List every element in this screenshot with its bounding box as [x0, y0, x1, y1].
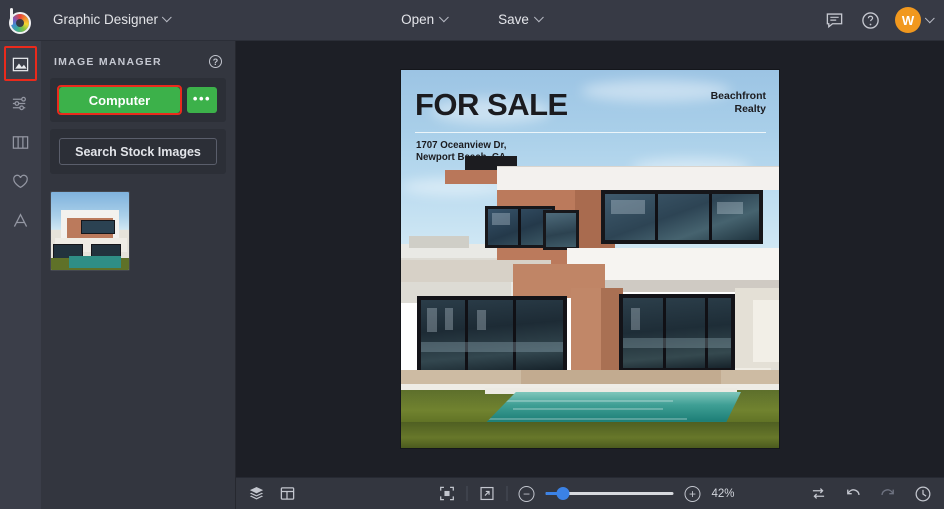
- panel-header: IMAGE MANAGER ?: [41, 41, 235, 78]
- chevron-down-icon: [924, 12, 935, 23]
- avatar: W: [895, 7, 921, 33]
- zoom-slider[interactable]: [545, 487, 674, 501]
- app-logo[interactable]: [0, 0, 41, 41]
- villa-photo: [401, 148, 779, 383]
- app-name-dropdown[interactable]: Graphic Designer: [43, 7, 181, 33]
- image-icon: [12, 57, 29, 71]
- sidebar-item-collage[interactable]: [6, 127, 36, 157]
- top-bar: Graphic Designer Open Save W: [0, 0, 944, 41]
- chevron-down-icon: [533, 12, 544, 23]
- slider-knob[interactable]: [556, 487, 570, 500]
- sliders-icon: [12, 96, 26, 110]
- panel-title: IMAGE MANAGER: [54, 55, 162, 68]
- pool-and-garden: [401, 370, 779, 448]
- history-clock-icon[interactable]: [914, 485, 932, 503]
- save-label: Save: [498, 12, 529, 27]
- befunky-logo-icon: [8, 8, 33, 34]
- top-right-actions: W: [823, 7, 935, 33]
- fit-to-screen-icon[interactable]: [439, 485, 456, 502]
- computer-label: Computer: [88, 92, 151, 108]
- bottom-toolbar: − + 42%: [236, 477, 944, 509]
- image-manager-panel: IMAGE MANAGER ? Computer ••• Search Stoc…: [41, 41, 236, 509]
- layout-template-icon[interactable]: [279, 485, 296, 502]
- zoom-controls: − + 42%: [439, 485, 742, 502]
- sidebar-item-favorites[interactable]: [6, 166, 36, 196]
- redo-arrow-icon[interactable]: [879, 485, 897, 503]
- for-sale-poster[interactable]: FOR SALE Beachfront Realty 1707 Oceanvie…: [401, 70, 779, 448]
- upload-section: Computer •••: [50, 78, 226, 122]
- zoom-out-button[interactable]: −: [518, 485, 535, 502]
- chevron-down-icon: [438, 12, 449, 23]
- villa-thumbnail[interactable]: [50, 191, 130, 271]
- poster-brand: Beachfront Realty: [711, 90, 766, 116]
- sidebar-item-edit[interactable]: [6, 88, 36, 118]
- chevron-down-icon: [161, 12, 172, 23]
- question-circle-icon[interactable]: [859, 9, 881, 31]
- bottom-right-tools: [810, 485, 932, 503]
- poster-artwork: FOR SALE Beachfront Realty 1707 Oceanvie…: [401, 70, 779, 448]
- sidebar-item-image-manager[interactable]: [6, 49, 36, 79]
- expand-arrow-icon[interactable]: [479, 485, 496, 502]
- canvas-workspace[interactable]: FOR SALE Beachfront Realty 1707 Oceanvie…: [236, 41, 944, 477]
- more-upload-options-button[interactable]: •••: [187, 87, 217, 113]
- swap-arrows-icon[interactable]: [810, 485, 827, 502]
- user-account-menu[interactable]: W: [895, 7, 935, 33]
- stock-search-section: Search Stock Images: [50, 129, 226, 174]
- save-menu-button[interactable]: Save: [487, 7, 554, 33]
- cloud: [581, 80, 731, 102]
- image-thumbnail-list: [41, 181, 235, 281]
- text-a-icon: [13, 212, 28, 227]
- top-center-actions: Open Save: [390, 7, 554, 33]
- app-name-label: Graphic Designer: [53, 12, 159, 27]
- brand-line-1: Beachfront: [710, 90, 766, 102]
- divider: [466, 486, 468, 501]
- divider: [506, 486, 508, 501]
- ellipsis-icon: •••: [192, 90, 212, 106]
- tool-rail: [0, 41, 41, 509]
- chat-bubble-icon[interactable]: [823, 9, 845, 31]
- open-label: Open: [401, 12, 435, 27]
- heart-icon: [13, 174, 28, 188]
- zoom-in-button[interactable]: +: [684, 485, 701, 502]
- brand-line-2: Realty: [734, 103, 766, 116]
- computer-upload-button[interactable]: Computer: [57, 85, 182, 115]
- open-menu-button[interactable]: Open: [390, 7, 459, 33]
- befunky-graphic-designer-app: Graphic Designer Open Save W IMAGE MANAG…: [0, 0, 944, 509]
- layers-icon[interactable]: [248, 485, 265, 502]
- bottom-left-tools: [236, 485, 296, 502]
- poster-headline: FOR SALE: [415, 87, 568, 122]
- search-stock-images-button[interactable]: Search Stock Images: [59, 138, 217, 165]
- question-circle-icon[interactable]: ?: [209, 55, 222, 68]
- undo-arrow-icon[interactable]: [844, 485, 862, 503]
- zoom-level-label: 42%: [711, 487, 735, 500]
- poster-divider: [415, 132, 766, 133]
- columns-icon: [12, 135, 29, 149]
- sidebar-item-text[interactable]: [6, 205, 36, 235]
